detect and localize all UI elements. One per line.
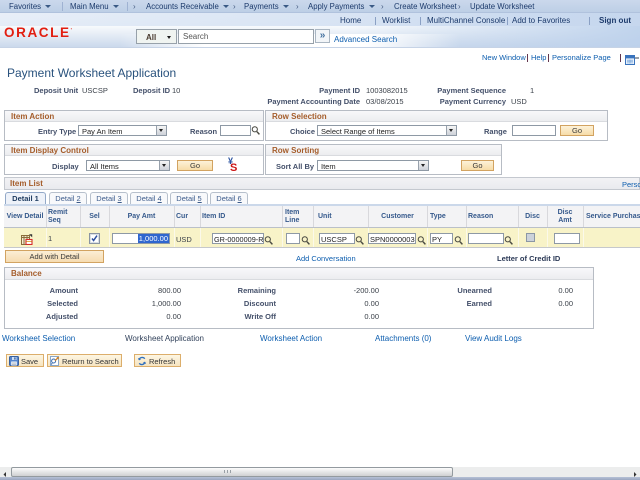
svg-text:S: S [230,162,237,172]
